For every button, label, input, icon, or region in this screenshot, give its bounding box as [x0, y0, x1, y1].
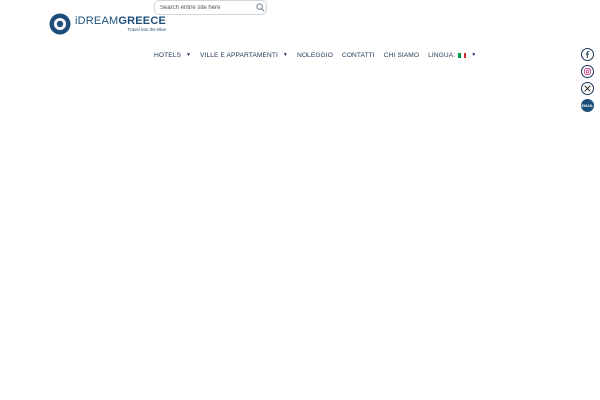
email-icon: EMAIL — [581, 103, 594, 108]
nav-item-chi-siamo[interactable]: CHI SIAMO — [384, 52, 419, 59]
logo-text: iDREAMGREECE Travel into the Blue — [75, 15, 166, 33]
instagram-link[interactable] — [581, 65, 594, 78]
logo-word-light: iDREAM — [75, 15, 119, 27]
logo-tagline: Travel into the Blue — [127, 27, 167, 32]
facebook-link[interactable] — [581, 48, 594, 61]
italy-flag-icon — [458, 52, 467, 58]
search-input[interactable] — [155, 1, 254, 14]
logo-wordmark: iDREAMGREECE — [75, 15, 166, 27]
email-link[interactable]: EMAIL — [581, 99, 594, 112]
facebook-icon — [585, 51, 590, 58]
search-icon[interactable] — [256, 3, 265, 12]
logo-word-bold: GREECE — [118, 15, 167, 27]
nav-item-contatti[interactable]: CONTATTI — [342, 52, 375, 59]
nav-item-label: NOLEGGIO — [296, 51, 333, 59]
caret-down-icon: ▼ — [471, 52, 477, 58]
x-twitter-icon — [584, 85, 591, 92]
nav-item-hotels[interactable]: HOTELS ▼ — [154, 52, 191, 59]
nav-item-label: LINGUA: — [428, 51, 456, 59]
caret-down-icon: ▼ — [282, 52, 288, 58]
instagram-icon — [584, 68, 591, 75]
site-logo[interactable]: iDREAMGREECE Travel into the Blue — [49, 13, 166, 35]
x-twitter-link[interactable] — [581, 82, 594, 95]
page: iDREAMGREECE Travel into the Blue HOTELS… — [0, 0, 600, 400]
nav-item-ville-e-appartamenti[interactable]: VILLE E APPARTAMENTI ▼ — [200, 52, 288, 59]
nav-item-noleggio[interactable]: NOLEGGIO — [297, 52, 333, 59]
nav-item-label: CONTATTI — [341, 51, 375, 59]
nav-item-lingua[interactable]: LINGUA: ▼ — [428, 52, 476, 59]
nav-item-label: CHI SIAMO — [383, 51, 420, 59]
social-links: EMAIL — [581, 48, 594, 116]
nav-item-label: VILLE E APPARTAMENTI — [200, 51, 278, 59]
search-box — [154, 0, 267, 15]
eye-logo-icon — [49, 13, 71, 35]
caret-down-icon: ▼ — [185, 52, 192, 58]
nav-item-label: HOTELS — [154, 51, 181, 59]
main-nav: HOTELS ▼ VILLE E APPARTAMENTI ▼ NOLEGGIO… — [154, 50, 485, 60]
